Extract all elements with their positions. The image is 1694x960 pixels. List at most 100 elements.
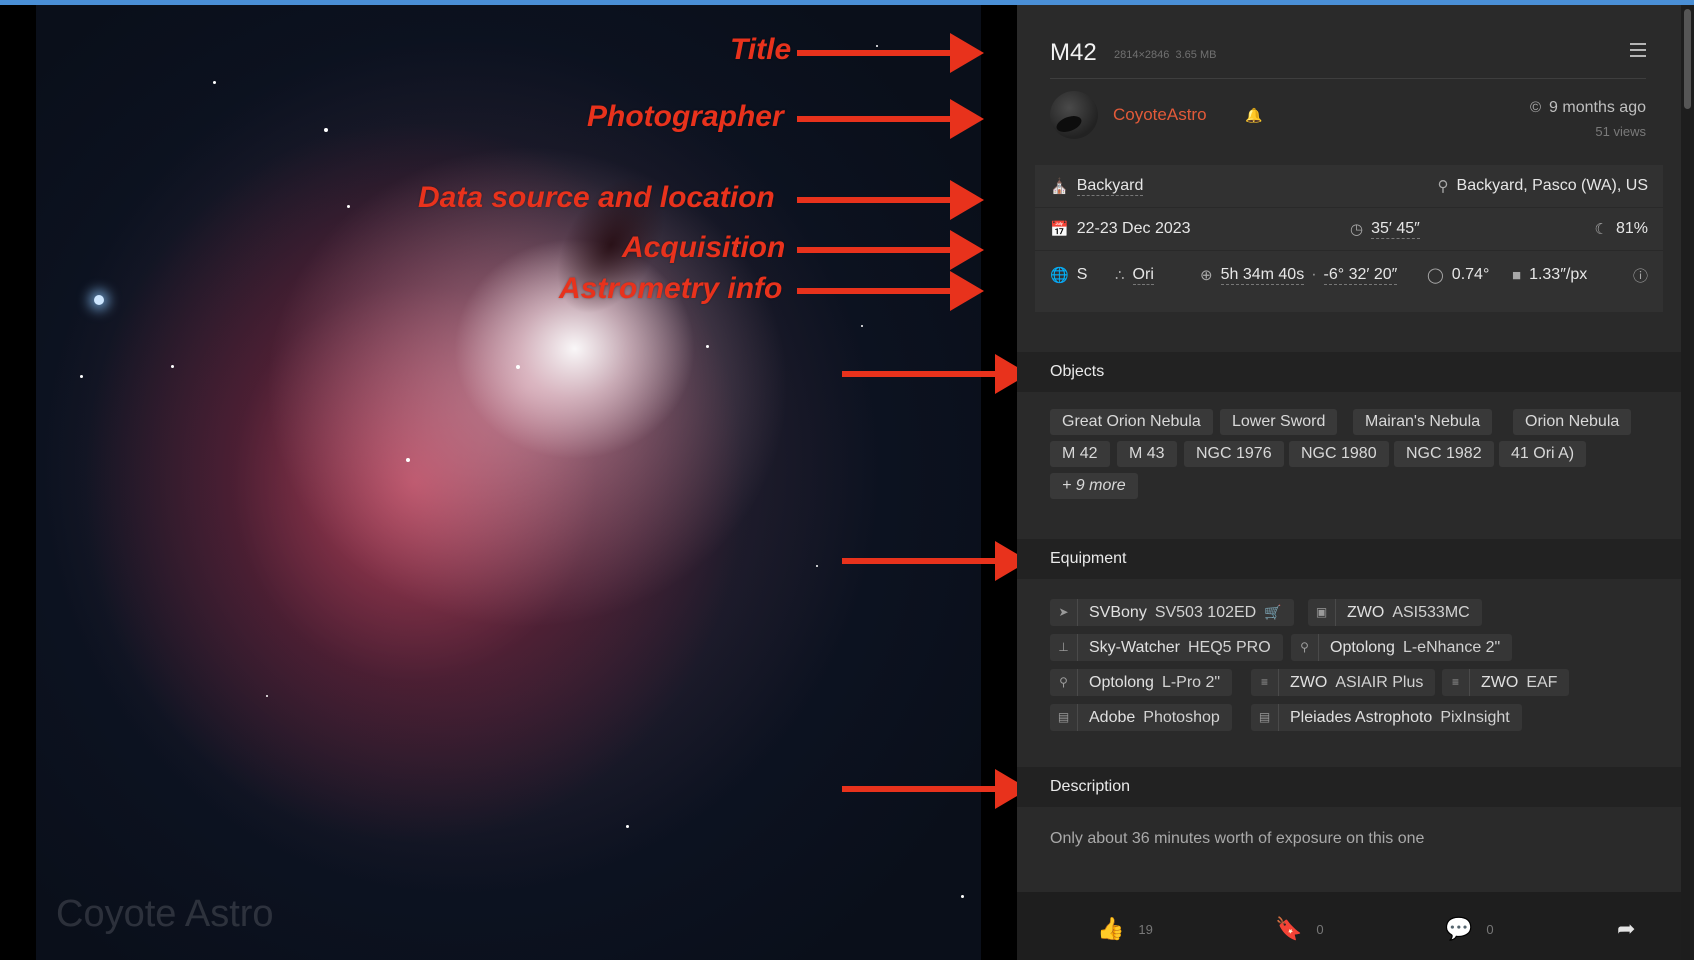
object-tag[interactable]: 41 Ori A) xyxy=(1499,441,1587,467)
annotation-title-label: Title xyxy=(730,33,792,66)
arrow-description xyxy=(842,769,1029,809)
scroll-thumb[interactable] xyxy=(1684,9,1691,109)
constellation[interactable]: ∴ Ori xyxy=(1115,266,1154,285)
location[interactable]: ⚲ Backyard, Pasco (WA), US xyxy=(1438,177,1648,195)
bookmark-count: 0 xyxy=(1316,921,1324,937)
equipment-filter[interactable]: ⚲ Optolong L-Pro 2" xyxy=(1050,669,1233,696)
object-tag[interactable]: NGC 1982 xyxy=(1394,441,1494,467)
equipment-camera[interactable]: ▣ ZWO ASI533MC xyxy=(1308,599,1482,626)
equipment-model: ASIAIR Plus xyxy=(1335,673,1424,691)
bell-icon[interactable]: 🔔 xyxy=(1245,107,1262,124)
accessory-icon: ≡ xyxy=(1251,669,1279,696)
ra-label: 5h 34m 40s xyxy=(1220,265,1305,285)
constellation-icon: ∴ xyxy=(1115,267,1125,284)
equipment-mount[interactable]: ⊥ Sky-Watcher HEQ5 PRO xyxy=(1050,634,1283,661)
integration-time[interactable]: ◷ 35′ 45″ xyxy=(1350,220,1420,239)
bookmark-button[interactable]: 🔖 0 xyxy=(1275,916,1324,942)
object-tag[interactable]: NGC 1976 xyxy=(1184,441,1284,467)
data-source[interactable]: ⛪ Backyard xyxy=(1050,177,1144,196)
accessory-icon: ≡ xyxy=(1442,669,1470,696)
object-tag[interactable]: M 42 xyxy=(1050,441,1110,467)
info-panel: M42 2814×2846 3.65 MB CoyoteAstro 🔔 © 9 m… xyxy=(1017,5,1681,960)
view-count: 51 views xyxy=(1595,124,1646,139)
image-header: M42 2814×2846 3.65 MB xyxy=(1050,35,1646,79)
nebula-photo[interactable]: Coyote Astro xyxy=(36,5,981,960)
software-icon: ▤ xyxy=(1251,704,1279,731)
equipment-model: Photoshop xyxy=(1143,708,1220,726)
bookmark-icon: 🔖 xyxy=(1275,916,1303,941)
file-size: 3.65 MB xyxy=(1175,49,1217,61)
like-button[interactable]: 👍 19 xyxy=(1097,916,1153,942)
moon-illumination: ☾ 81% xyxy=(1595,220,1648,238)
equipment-model: EAF xyxy=(1526,673,1558,691)
equipment-model: ASI533MC xyxy=(1392,603,1470,621)
resolution: 2814×2846 xyxy=(1114,49,1170,61)
object-tag[interactable]: M 43 xyxy=(1117,441,1177,467)
published-time: © 9 months ago xyxy=(1530,99,1646,117)
cart-icon[interactable]: 🛒 xyxy=(1264,604,1281,621)
description-header: Description xyxy=(1017,767,1681,807)
objects-header: Objects xyxy=(1017,352,1681,392)
arrow-objects xyxy=(842,354,1029,394)
field-of-view: ◯ 0.74° xyxy=(1427,266,1489,284)
equipment-brand: Optolong xyxy=(1089,673,1154,691)
equipment-software[interactable]: ▤ Pleiades Astrophoto PixInsight xyxy=(1251,704,1522,731)
telescope-icon: ➤ xyxy=(1050,599,1078,626)
annotation-acquisition: Acquisition xyxy=(622,231,785,265)
thumbs-up-icon: 👍 xyxy=(1097,916,1125,941)
annotation-data-source-label: Data source and location xyxy=(418,181,775,214)
star xyxy=(80,375,83,378)
star xyxy=(516,365,520,369)
equipment-brand: ZWO xyxy=(1290,673,1328,691)
equipment-telescope[interactable]: ➤ SVBony SV503 102ED 🛒 xyxy=(1050,599,1294,626)
equipment-model: L-eNhance 2" xyxy=(1402,638,1501,656)
object-tag[interactable]: Orion Nebula xyxy=(1513,409,1632,435)
arrow-acquisition xyxy=(797,230,984,270)
object-tag[interactable]: NGC 1980 xyxy=(1289,441,1389,467)
equipment-brand: Optolong xyxy=(1330,638,1395,656)
dec-label: -6° 32′ 20″ xyxy=(1323,265,1398,285)
star xyxy=(626,825,629,828)
astrometry-row: 🌐 S ∴ Ori ⊕ 5h 34m 40s · -6° 32′ 20″ ◯ 0.74° ■… xyxy=(1050,254,1648,296)
time-ago: 9 months ago xyxy=(1549,99,1646,116)
share-button[interactable]: ➦ xyxy=(1617,916,1635,942)
comment-button[interactable]: 💬 0 xyxy=(1445,916,1494,942)
equipment-brand: SVBony xyxy=(1089,603,1147,621)
comment-count: 0 xyxy=(1486,921,1494,937)
more-objects-button[interactable]: + 9 more xyxy=(1050,473,1138,499)
star xyxy=(706,345,709,348)
copyright-icon: © xyxy=(1529,99,1542,116)
arrow-astrometry xyxy=(797,271,984,311)
arrow-data-source xyxy=(797,180,984,220)
photographer-name[interactable]: CoyoteAstro xyxy=(1113,105,1207,125)
bright-star xyxy=(94,295,104,305)
object-tag[interactable]: Lower Sword xyxy=(1220,409,1338,435)
annotation-acquisition-label: Acquisition xyxy=(622,231,786,264)
description-text: Only about 36 minutes worth of exposure … xyxy=(1050,830,1425,847)
avatar[interactable] xyxy=(1050,91,1098,139)
equipment-accessory[interactable]: ≡ ZWO ASIAIR Plus xyxy=(1251,669,1436,696)
globe-icon: 🌐 xyxy=(1050,267,1069,284)
equipment-accessory[interactable]: ≡ ZWO EAF xyxy=(1442,669,1570,696)
coordinates[interactable]: ⊕ 5h 34m 40s · -6° 32′ 20″ xyxy=(1200,265,1398,285)
clock-icon: ◷ xyxy=(1350,221,1364,238)
equipment-brand: Pleiades Astrophoto xyxy=(1290,708,1433,726)
scrollbar[interactable] xyxy=(1681,5,1694,960)
acquisition-date: 📅 22-23 Dec 2023 xyxy=(1050,220,1191,238)
info-icon[interactable]: ⓘ xyxy=(1633,265,1648,286)
arrow-title xyxy=(797,33,984,73)
annotation-astrometry: Astrometry info xyxy=(559,272,782,306)
arrow-photographer xyxy=(797,99,984,139)
arrow-equipment xyxy=(842,541,1029,581)
equipment-software[interactable]: ▤ Adobe Photoshop xyxy=(1050,704,1232,731)
calendar-icon: 📅 xyxy=(1050,221,1069,238)
menu-icon[interactable] xyxy=(1630,43,1646,57)
image-viewer[interactable]: Coyote Astro Title Photographer Data sou… xyxy=(0,5,1029,960)
equipment-filter[interactable]: ⚲ Optolong L-eNhance 2" xyxy=(1291,634,1513,661)
object-tag[interactable]: Mairan's Nebula xyxy=(1353,409,1493,435)
data-source-row: ⛪ Backyard ⚲ Backyard, Pasco (WA), US xyxy=(1050,165,1648,207)
meta-box: ⛪ Backyard ⚲ Backyard, Pasco (WA), US 📅 22-… xyxy=(1035,165,1663,312)
object-tag[interactable]: Great Orion Nebula xyxy=(1050,409,1213,435)
star xyxy=(171,365,174,368)
equipment-model: PixInsight xyxy=(1440,708,1510,726)
